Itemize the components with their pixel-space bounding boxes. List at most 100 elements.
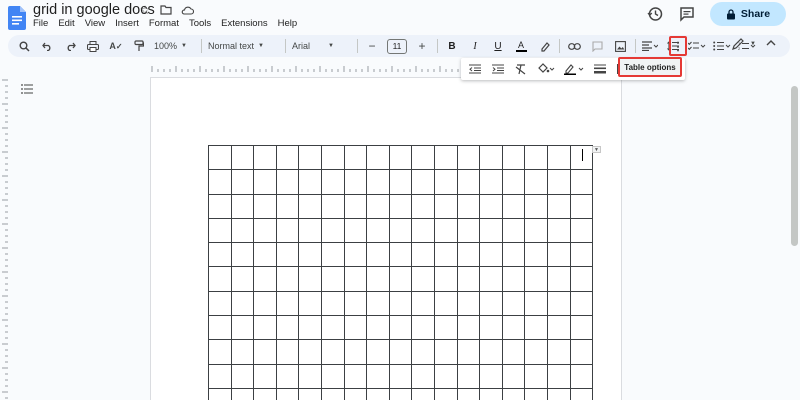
table-cell[interactable] xyxy=(253,290,277,317)
document-title[interactable]: grid in google docs xyxy=(33,2,155,18)
table-cell[interactable] xyxy=(433,144,458,171)
table-cell[interactable] xyxy=(546,193,571,219)
table-cell[interactable] xyxy=(343,363,368,389)
table-cell[interactable] xyxy=(501,315,526,341)
table-cell[interactable] xyxy=(275,315,300,341)
menu-view[interactable]: View xyxy=(80,18,110,29)
table-cell[interactable] xyxy=(343,315,368,341)
table-cell[interactable] xyxy=(501,144,526,171)
table-cell[interactable] xyxy=(388,387,413,400)
table-cell[interactable] xyxy=(479,315,503,341)
link-icon[interactable] xyxy=(566,37,582,55)
table-cell[interactable] xyxy=(569,217,594,244)
table-cell[interactable] xyxy=(411,266,435,292)
table-cell[interactable] xyxy=(546,242,571,268)
table-cell[interactable] xyxy=(275,290,300,317)
table-cell[interactable] xyxy=(230,217,255,244)
table-cell[interactable] xyxy=(501,193,526,219)
table-cell[interactable] xyxy=(208,144,232,171)
table-cell[interactable] xyxy=(253,315,277,341)
table-cell[interactable] xyxy=(524,387,548,400)
increase-font-size-button[interactable]: + xyxy=(414,37,430,55)
table-cell[interactable] xyxy=(501,339,526,365)
font-size-input[interactable]: 11 xyxy=(387,38,407,54)
menu-tools[interactable]: Tools xyxy=(184,18,216,29)
table-cell[interactable] xyxy=(479,242,503,268)
table-cell[interactable] xyxy=(208,217,232,244)
table-cell[interactable] xyxy=(569,193,594,219)
table-cell[interactable] xyxy=(433,242,458,268)
undo-icon[interactable] xyxy=(39,37,55,55)
paint-format-icon[interactable] xyxy=(131,37,147,55)
table-cell[interactable] xyxy=(208,266,232,292)
table-cell[interactable] xyxy=(569,290,594,317)
table-cell[interactable] xyxy=(411,217,435,244)
table-cell[interactable] xyxy=(411,315,435,341)
table-cell[interactable] xyxy=(411,387,435,400)
vertical-ruler[interactable] xyxy=(0,78,8,400)
menu-edit[interactable]: Edit xyxy=(53,18,79,29)
table-cell[interactable] xyxy=(501,387,526,400)
table-cell[interactable] xyxy=(411,169,435,195)
table-cell[interactable] xyxy=(456,193,481,219)
table-cell[interactable] xyxy=(230,315,255,341)
collapse-icon[interactable] xyxy=(766,38,776,49)
move-folder-icon[interactable] xyxy=(159,3,173,17)
table-cell[interactable] xyxy=(479,144,503,171)
table-cell[interactable] xyxy=(343,144,368,171)
table-cell[interactable] xyxy=(479,266,503,292)
table-cell[interactable] xyxy=(366,339,390,365)
table-cell[interactable] xyxy=(366,217,390,244)
comment-add-icon[interactable] xyxy=(589,37,605,55)
table-cell[interactable] xyxy=(569,339,594,365)
table-cell[interactable] xyxy=(253,169,277,195)
table-cell[interactable] xyxy=(524,169,548,195)
table-cell[interactable] xyxy=(208,363,232,389)
table-cell[interactable] xyxy=(230,169,255,195)
table-cell[interactable] xyxy=(298,315,322,341)
table-cell[interactable] xyxy=(253,266,277,292)
table-cell[interactable] xyxy=(456,363,481,389)
table-cell[interactable] xyxy=(366,144,390,171)
table-cell[interactable] xyxy=(456,339,481,365)
cell-menu-chevron-icon[interactable]: ▼ xyxy=(592,146,601,153)
table-cell[interactable] xyxy=(230,242,255,268)
table-cell[interactable] xyxy=(433,217,458,244)
history-icon[interactable] xyxy=(646,5,664,23)
table-cell[interactable] xyxy=(343,339,368,365)
table-cell[interactable] xyxy=(456,290,481,317)
table-cell[interactable] xyxy=(433,315,458,341)
table-cell[interactable] xyxy=(433,290,458,317)
table-cell[interactable] xyxy=(275,266,300,292)
table-cell[interactable] xyxy=(388,144,413,171)
scrollbar-thumb[interactable] xyxy=(791,86,798,246)
table-cell[interactable] xyxy=(456,315,481,341)
table-cell[interactable] xyxy=(388,266,413,292)
table-cell[interactable] xyxy=(456,242,481,268)
menu-help[interactable]: Help xyxy=(273,18,303,29)
table-cell[interactable] xyxy=(253,144,277,171)
table-cell[interactable] xyxy=(208,242,232,268)
checklist-icon[interactable] xyxy=(688,37,706,55)
table-cell[interactable] xyxy=(388,193,413,219)
table-cell[interactable] xyxy=(298,363,322,389)
table-cell[interactable] xyxy=(388,339,413,365)
table-cell[interactable] xyxy=(275,339,300,365)
text-color-icon[interactable]: A xyxy=(513,37,529,55)
table-cell[interactable] xyxy=(456,266,481,292)
more-icon[interactable]: ⋮ xyxy=(669,36,687,56)
print-icon[interactable] xyxy=(85,37,101,55)
table-cell[interactable] xyxy=(275,387,300,400)
table-cell[interactable] xyxy=(411,363,435,389)
table-cell[interactable] xyxy=(298,193,322,219)
table-cell[interactable] xyxy=(501,217,526,244)
table-cell[interactable] xyxy=(230,193,255,219)
table-cell[interactable] xyxy=(546,315,571,341)
table-cell[interactable] xyxy=(569,387,594,400)
table-cell[interactable] xyxy=(569,266,594,292)
table-cell[interactable] xyxy=(388,169,413,195)
table-cell[interactable] xyxy=(366,290,390,317)
table-cell[interactable] xyxy=(524,144,548,171)
table-cell[interactable] xyxy=(208,339,232,365)
cell-fill-icon[interactable] xyxy=(536,61,556,77)
